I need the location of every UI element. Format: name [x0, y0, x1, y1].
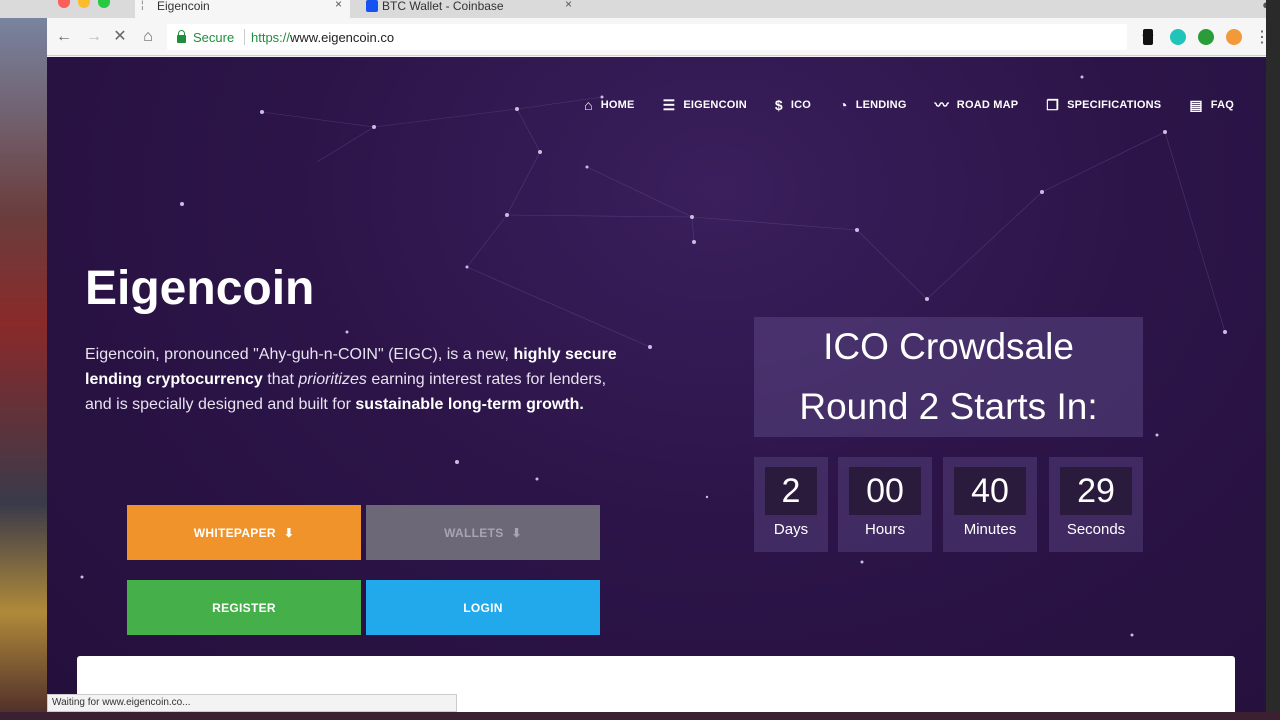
countdown-value: 40: [954, 467, 1026, 515]
desc-text: that: [262, 371, 299, 388]
chat-icon: ▤: [1189, 96, 1203, 113]
nav-label: ICO: [790, 99, 812, 111]
extension-icon[interactable]: [1226, 29, 1242, 45]
stop-loading-button[interactable]: ✕: [109, 26, 131, 48]
url-text[interactable]: https://www.eigencoin.co: [251, 30, 394, 45]
download-icon: ⬇: [511, 525, 522, 540]
close-tab-icon[interactable]: ×: [335, 0, 342, 10]
countdown-minutes: 40 Minutes: [943, 457, 1037, 552]
hero-description: Eigencoin, pronounced "Ahy-guh-n-COIN" (…: [85, 342, 630, 417]
list-icon: ☰: [662, 96, 676, 113]
divider: [244, 29, 245, 45]
desktop-background: [0, 0, 47, 720]
close-window-button[interactable]: [58, 0, 70, 8]
countdown-days: 2 Days: [754, 457, 828, 552]
address-bar[interactable]: Secure https://www.eigencoin.co ☆: [167, 24, 1155, 50]
countdown-seconds: 29 Seconds: [1049, 457, 1143, 552]
button-label: LOGIN: [463, 600, 503, 615]
browser-window: ¦ Eigencoin × BTC Wallet - Coinbase × ● …: [0, 0, 1280, 720]
download-icon: ⬇: [283, 525, 295, 540]
tab-title: BTC Wallet - Coinbase: [382, 0, 504, 13]
crowdsale-heading: ICO Crowdsale Round 2 Starts In:: [754, 317, 1143, 437]
browser-toolbar: ← → ✕ ⌂ Secure https://www.eigencoin.co …: [47, 18, 1280, 56]
chart-pie-icon: ◔: [839, 97, 848, 113]
nav-label: ROAD MAP: [956, 99, 1019, 111]
dollar-icon: $: [774, 97, 783, 113]
desktop-dock-edge: [0, 712, 1280, 720]
home-icon: ⌂: [584, 97, 593, 113]
countdown-value: 00: [849, 467, 921, 515]
url-host: www.eigencoin.co: [290, 30, 395, 45]
desc-bold: sustainable long-term growth.: [355, 396, 584, 413]
nav-home[interactable]: ⌂ HOME: [584, 95, 634, 115]
extension-icon[interactable]: [1143, 29, 1153, 45]
nav-label: FAQ: [1210, 99, 1234, 111]
countdown-value: 2: [765, 467, 817, 515]
whitepaper-button[interactable]: WHITEPAPER ⬇: [127, 505, 361, 560]
minimize-window-button[interactable]: [78, 0, 90, 8]
crowdsale-line-1: ICO Crowdsale: [823, 326, 1074, 367]
main-nav: ⌂ HOME ☰ EIGENCOIN $ ICO ◔ LENDING 〰 ROAD MAP…: [556, 95, 1234, 115]
nav-road-map[interactable]: 〰 ROAD MAP: [935, 95, 1019, 115]
button-label: WALLETS: [444, 525, 504, 540]
desc-text: Eigencoin, pronounced "Ahy-guh-n-COIN" (…: [85, 346, 514, 363]
countdown-label: Seconds: [1066, 521, 1126, 538]
lock-icon: [177, 30, 186, 43]
nav-specifications[interactable]: ❐ SPECIFICATIONS: [1046, 95, 1161, 115]
nav-label: SPECIFICATIONS: [1067, 99, 1162, 111]
button-label: REGISTER: [212, 600, 276, 615]
secure-label: Secure: [193, 30, 235, 45]
url-scheme: https://: [251, 30, 291, 45]
nav-label: LENDING: [855, 99, 907, 111]
home-button[interactable]: ⌂: [137, 26, 159, 48]
nav-ico[interactable]: $ ICO: [775, 95, 811, 115]
back-button[interactable]: ←: [53, 26, 75, 48]
wallets-button[interactable]: WALLETS ⬇: [366, 505, 600, 560]
button-label: WHITEPAPER: [193, 525, 276, 540]
nav-faq[interactable]: ▤ FAQ: [1189, 95, 1234, 115]
login-button[interactable]: LOGIN: [366, 580, 600, 635]
nav-label: HOME: [600, 99, 635, 111]
countdown-label: Minutes: [963, 521, 1017, 538]
nav-label: EIGENCOIN: [683, 99, 747, 111]
forward-button[interactable]: →: [83, 26, 105, 48]
status-bar: Waiting for www.eigencoin.co...: [47, 694, 457, 712]
countdown-label: Days: [773, 521, 809, 538]
register-button[interactable]: REGISTER: [127, 580, 361, 635]
page-favicon-icon: ¦: [141, 0, 144, 11]
copy-icon: ❐: [1046, 96, 1060, 113]
tab-bar: ¦ Eigencoin × BTC Wallet - Coinbase × ●: [0, 0, 1280, 18]
countdown-hours: 00 Hours: [838, 457, 932, 552]
tab-eigencoin[interactable]: ¦ Eigencoin ×: [135, 0, 350, 18]
desktop-edge: [1266, 0, 1280, 720]
countdown-label: Hours: [864, 521, 905, 538]
nav-eigencoin[interactable]: ☰ EIGENCOIN: [663, 95, 747, 115]
desc-italic: prioritizes: [298, 371, 367, 388]
web-page: ⌂ HOME ☰ EIGENCOIN $ ICO ◔ LENDING 〰 ROAD MAP…: [47, 57, 1266, 720]
extension-icon[interactable]: [1170, 29, 1186, 45]
tab-coinbase[interactable]: BTC Wallet - Coinbase ×: [360, 0, 580, 18]
crowdsale-line-2: Round 2 Starts In:: [799, 386, 1098, 427]
tab-title: Eigencoin: [157, 0, 210, 13]
page-title: Eigencoin: [85, 262, 315, 315]
nav-lending[interactable]: ◔ LENDING: [839, 95, 907, 115]
maximize-window-button[interactable]: [98, 0, 110, 8]
extension-icon[interactable]: [1198, 29, 1214, 45]
close-tab-icon[interactable]: ×: [565, 0, 572, 10]
countdown-value: 29: [1060, 467, 1132, 515]
trend-line-icon: 〰: [934, 97, 949, 113]
coinbase-favicon-icon: [366, 0, 378, 12]
